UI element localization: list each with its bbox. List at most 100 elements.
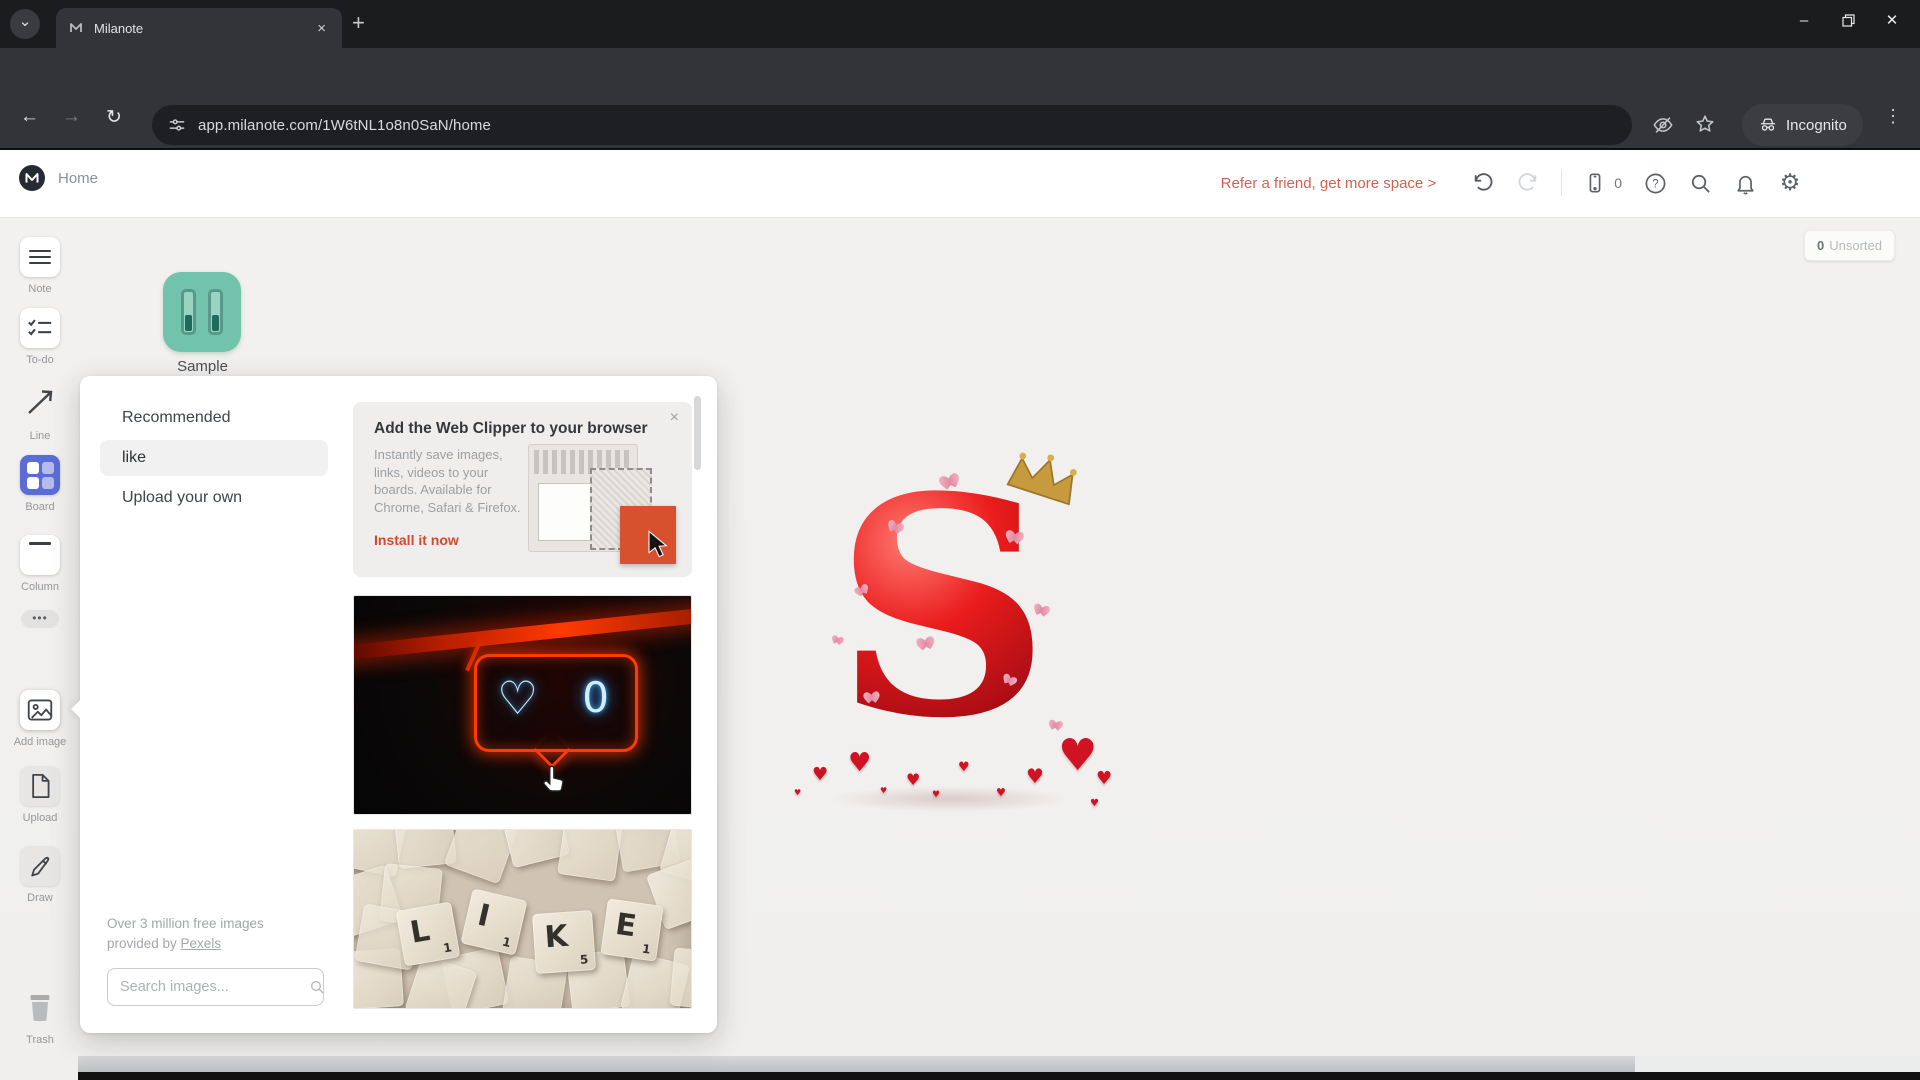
undo-icon[interactable] <box>1471 171 1495 195</box>
tool-todo[interactable]: To-do <box>0 308 80 366</box>
tool-more[interactable]: ••• <box>0 610 80 628</box>
device-count: 0 <box>1614 175 1622 191</box>
browser-tab[interactable]: Milanote × <box>56 8 342 48</box>
incognito-icon <box>1758 115 1778 135</box>
board-canvas[interactable]: 0 Unsorted Note To-do Line <box>0 218 1920 1080</box>
heart-icon: ♥ <box>794 788 801 797</box>
tool-draw[interactable]: Draw <box>0 846 80 904</box>
milanote-logo[interactable] <box>18 164 46 192</box>
settings-gear-icon[interactable]: ⚙ <box>1778 171 1802 195</box>
tab-close-icon[interactable]: × <box>313 19 330 38</box>
upload-file-icon <box>28 772 52 800</box>
popup-nav-like[interactable]: like <box>100 440 328 476</box>
popup-nav-recommended[interactable]: Recommended <box>100 400 328 436</box>
svg-text:?: ? <box>1652 178 1658 190</box>
search-magnifier-icon <box>309 979 325 995</box>
heart-icon: ♥ <box>932 790 940 800</box>
scrabble-tile: E1 <box>600 898 663 961</box>
milanote-favicon-icon <box>68 20 84 36</box>
help-icon[interactable]: ? <box>1643 171 1667 195</box>
browser-tab-strip: ⌄ Milanote × + – ✕ <box>0 0 1920 48</box>
pexels-link[interactable]: Pexels <box>181 936 222 951</box>
horizontal-scrollbar-thumb[interactable] <box>78 1056 1635 1072</box>
todo-icon <box>27 317 53 339</box>
scrabble-tile: L1 <box>396 902 461 967</box>
clipper-illustration <box>528 442 678 566</box>
minimize-icon[interactable]: – <box>1782 12 1826 29</box>
test-tube-icon <box>208 289 223 335</box>
reload-icon[interactable]: ↻ <box>106 106 122 129</box>
hand-cursor-icon <box>542 764 569 795</box>
scrabble-tile: K5 <box>532 910 596 974</box>
note-icon <box>29 246 51 268</box>
popup-scrollbar[interactable] <box>694 396 701 470</box>
line-arrow-icon <box>22 383 58 419</box>
neon-heart-icon: ♡ <box>497 671 538 725</box>
new-tab-icon[interactable]: + <box>352 10 365 36</box>
browser-menu-icon[interactable]: ⋮ <box>1884 106 1902 127</box>
tool-add-image[interactable]: Add image <box>0 690 80 748</box>
add-image-popup: Recommended like Upload your own Over 3 … <box>80 376 717 1033</box>
tool-trash[interactable]: Trash <box>0 986 80 1046</box>
image-result-neon-like[interactable]: ♡ 0 <box>353 595 692 815</box>
letter-s-artwork[interactable]: S ♥♥♥♥♥♥♥♥♥♥♥♥ <box>800 468 1100 838</box>
popup-nav-upload-your-own[interactable]: Upload your own <box>100 480 328 516</box>
forward-icon[interactable]: → <box>62 106 81 128</box>
tool-upload[interactable]: Upload <box>0 766 80 824</box>
heart-icon: ♥ <box>1058 730 1097 781</box>
redo-icon[interactable] <box>1516 171 1540 195</box>
app-header: Home Refer a friend, get more space > 0 <box>0 150 1920 218</box>
address-bar[interactable]: app.milanote.com/1W6tNL1o8n0SaN/home <box>152 105 1632 145</box>
window-controls: – ✕ <box>1782 0 1914 40</box>
incognito-badge: Incognito <box>1742 104 1863 146</box>
tool-board[interactable]: Board <box>0 455 80 513</box>
refer-friend-link[interactable]: Refer a friend, get more space > <box>1221 175 1437 192</box>
tab-search-chevron-icon[interactable]: ⌄ <box>10 9 40 39</box>
heart-icon: ♥ <box>996 786 1006 799</box>
sample-board-icon[interactable] <box>163 272 241 352</box>
cursor-arrow-icon <box>646 530 676 562</box>
mobile-device-icon[interactable] <box>1583 171 1607 195</box>
clipper-body: Instantly save images, links, videos to … <box>374 446 526 516</box>
restore-icon[interactable] <box>1826 14 1870 27</box>
neon-bubble-graphic: ♡ 0 <box>474 654 638 752</box>
test-tube-icon <box>181 289 196 335</box>
image-search-input[interactable] <box>118 978 309 996</box>
search-icon[interactable] <box>1688 171 1712 195</box>
image-search-box <box>107 968 324 1006</box>
tool-line[interactable]: Line <box>0 378 80 442</box>
add-image-icon <box>26 697 54 723</box>
board-icon <box>27 462 54 489</box>
tool-column[interactable]: Column <box>0 535 80 593</box>
incognito-label: Incognito <box>1786 117 1847 134</box>
tab-title: Milanote <box>94 21 313 36</box>
image-result-scrabble-like[interactable]: L1 I1 K5 E1 <box>353 829 692 1009</box>
site-settings-icon[interactable] <box>168 116 186 134</box>
unsorted-label: Unsorted <box>1829 238 1882 253</box>
board-title: Home <box>58 170 98 187</box>
back-icon[interactable]: ← <box>20 106 39 128</box>
sample-board-label: Sample <box>140 358 265 375</box>
screen: ⌄ Milanote × + – ✕ ← → ↻ <box>0 0 1920 1080</box>
artwork-letter: S <box>834 458 1051 758</box>
bookmark-star-icon[interactable] <box>1694 113 1716 135</box>
unsorted-badge[interactable]: 0 Unsorted <box>1804 230 1895 261</box>
scrabble-tile: I1 <box>460 888 527 955</box>
clipper-title: Add the Web Clipper to your browser <box>374 420 674 438</box>
heart-icon: ♥ <box>880 786 887 795</box>
artwork-shadow <box>830 786 1070 812</box>
trash-icon <box>24 989 56 1025</box>
more-dots-icon: ••• <box>21 610 59 628</box>
butterfly-graphic <box>864 691 881 704</box>
browser-toolbar: ← → ↻ app.milanote.com/1W6tNL1o8n0SaN/ho… <box>0 48 1920 150</box>
notifications-bell-icon[interactable] <box>1733 171 1757 195</box>
web-clipper-card: × Add the Web Clipper to your browser In… <box>353 402 692 577</box>
tool-note[interactable]: Note <box>0 237 80 295</box>
heart-icon: ♥ <box>848 748 871 778</box>
url-text: app.milanote.com/1W6tNL1o8n0SaN/home <box>198 117 491 134</box>
heart-icon: ♥ <box>1090 798 1099 809</box>
eye-off-icon[interactable] <box>1652 114 1674 136</box>
clipper-install-link[interactable]: Install it now <box>374 532 459 548</box>
heart-icon: ♥ <box>812 764 828 785</box>
close-window-icon[interactable]: ✕ <box>1870 11 1914 29</box>
